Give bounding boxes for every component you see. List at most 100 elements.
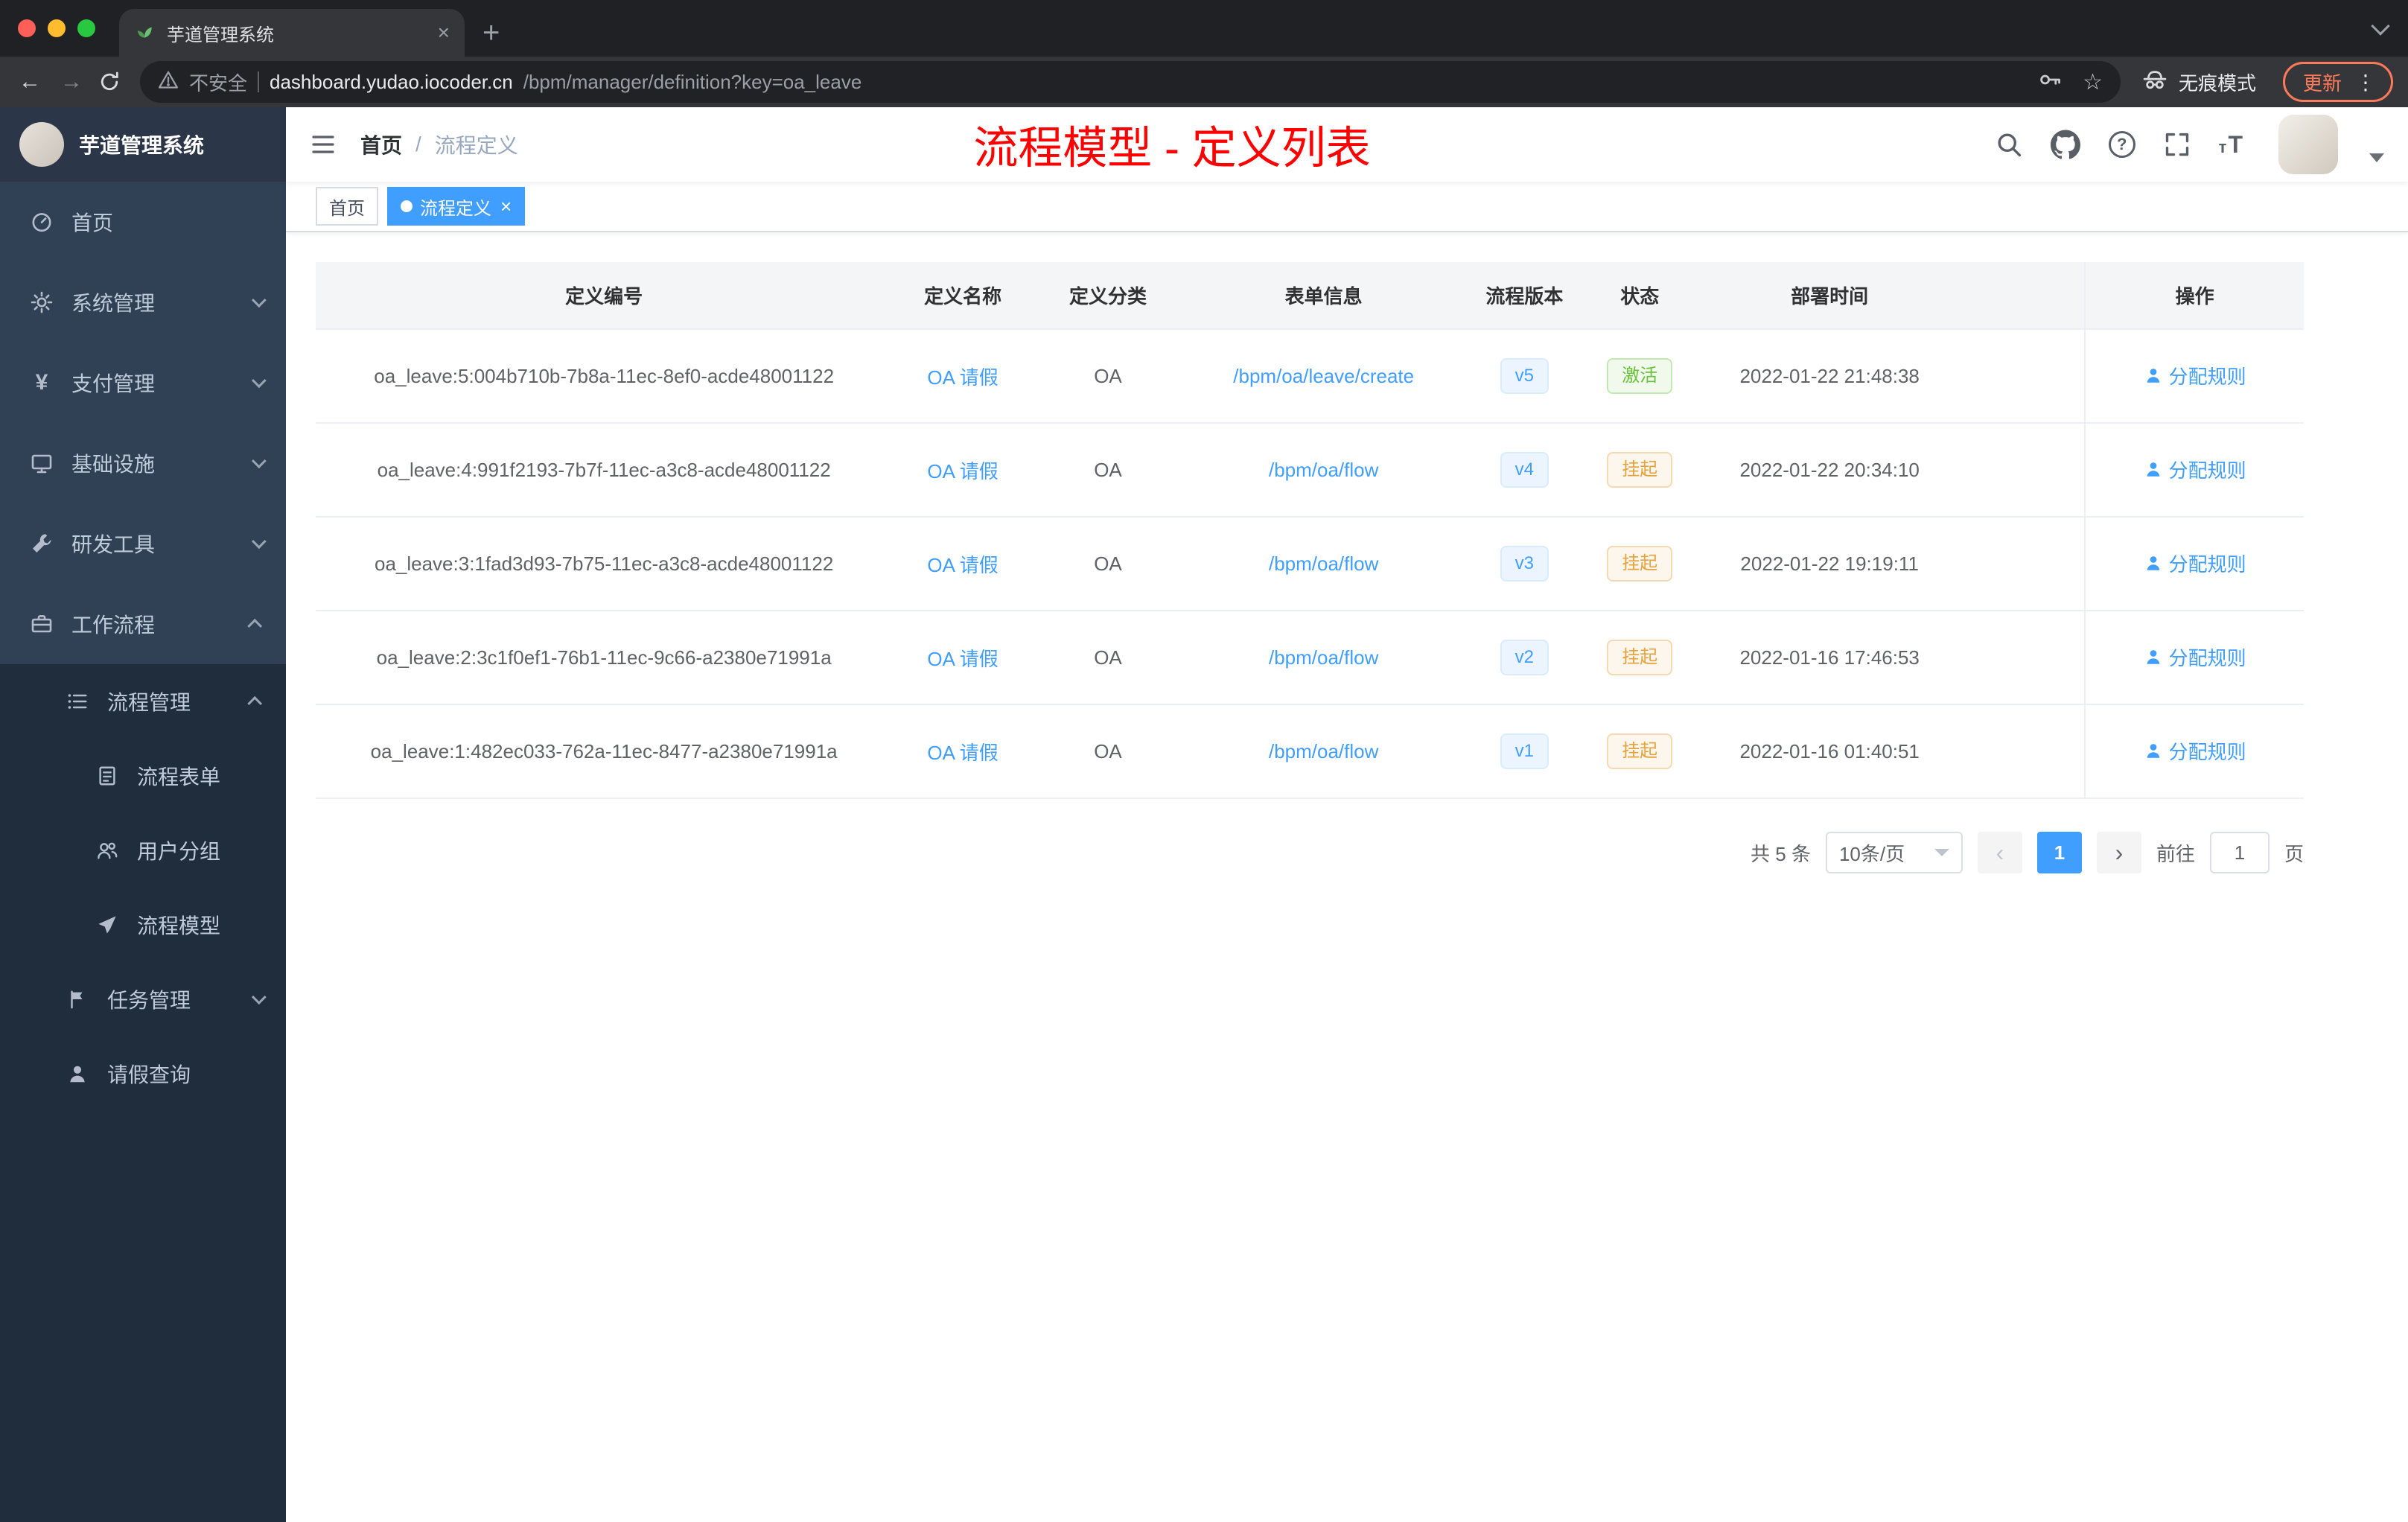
- column-header-deployed: 部署时间: [1695, 262, 1964, 330]
- cell-category: OA: [1033, 704, 1183, 799]
- yen-icon: ¥: [35, 370, 48, 395]
- page-unit-label: 页: [2284, 842, 2304, 865]
- pagination-total: 共 5 条: [1751, 842, 1811, 865]
- hamburger-icon[interactable]: [310, 131, 337, 158]
- zoom-window-button[interactable]: [77, 19, 95, 37]
- user-avatar[interactable]: [2278, 115, 2338, 174]
- assign-rule-link[interactable]: 分配规则: [2144, 456, 2246, 483]
- sidebar-item-process-management[interactable]: 流程管理: [0, 664, 286, 739]
- flag-icon: [66, 987, 89, 1011]
- sidebar-item-workflow[interactable]: 工作流程: [0, 584, 286, 664]
- cell-spacer: [1963, 611, 2086, 705]
- bookmark-star-icon[interactable]: ☆: [2083, 69, 2103, 95]
- form-link[interactable]: /bpm/oa/leave/create: [1233, 365, 1414, 387]
- sidebar-item-home[interactable]: 首页: [0, 182, 286, 262]
- sidebar-item-process-form[interactable]: 流程表单: [0, 739, 286, 813]
- new-tab-button[interactable]: +: [482, 18, 500, 48]
- top-navbar: 首页 / 流程定义 流程模型 - 定义列表 ? тT: [286, 107, 2408, 182]
- tag-close-icon[interactable]: ×: [500, 197, 512, 216]
- column-header-actions: 操作: [2084, 262, 2304, 330]
- sidebar-item-payment-management[interactable]: ¥ 支付管理: [0, 343, 286, 423]
- address-bar[interactable]: 不安全 dashboard.yudao.iocoder.cn /bpm/mana…: [140, 61, 2121, 103]
- cell-category: OA: [1033, 517, 1183, 611]
- user-icon: [2147, 462, 2160, 477]
- page-number-button[interactable]: 1: [2036, 832, 2082, 873]
- definition-name-link[interactable]: OA 请假: [927, 554, 998, 576]
- tab-close-icon[interactable]: ×: [438, 22, 450, 43]
- sidebar: 芋道管理系统 首页 系统管理 ¥ 支付管理 基础设施 研发工具 工作流程 流程管…: [0, 107, 286, 1522]
- key-icon[interactable]: [2038, 68, 2062, 97]
- cell-deploy-time: 2022-01-16 01:40:51: [1695, 704, 1964, 799]
- version-badge: v5: [1500, 358, 1549, 394]
- prev-page-button[interactable]: ‹: [1977, 832, 2022, 873]
- breadcrumb-current: 流程定义: [434, 134, 518, 157]
- page-size-select[interactable]: 10条/页: [1825, 832, 1963, 873]
- help-icon[interactable]: ?: [2108, 131, 2135, 158]
- security-label[interactable]: 不安全: [189, 69, 247, 96]
- logo-avatar: [19, 122, 64, 167]
- omnibox-divider: [258, 71, 260, 92]
- form-link[interactable]: /bpm/oa/flow: [1269, 459, 1378, 481]
- tag-home[interactable]: 首页: [316, 187, 378, 226]
- sidebar-item-dev-tools[interactable]: 研发工具: [0, 503, 286, 584]
- status-badge: 挂起: [1607, 546, 1673, 582]
- assign-rule-link[interactable]: 分配规则: [2144, 550, 2246, 577]
- form-link[interactable]: /bpm/oa/flow: [1269, 646, 1378, 669]
- sidebar-item-task-management[interactable]: 任务管理: [0, 962, 286, 1037]
- briefcase-icon: [30, 612, 54, 636]
- definition-name-link[interactable]: OA 请假: [927, 742, 998, 764]
- column-header-spacer: [1963, 262, 2086, 330]
- status-badge: 激活: [1607, 358, 1673, 394]
- cell-category: OA: [1033, 611, 1183, 705]
- font-size-icon[interactable]: тT: [2219, 131, 2244, 159]
- breadcrumb-home[interactable]: 首页: [360, 130, 402, 159]
- sidebar-item-label: 流程表单: [137, 765, 221, 789]
- next-page-button[interactable]: ›: [2096, 832, 2141, 873]
- tab-search-chevron-icon[interactable]: [2371, 16, 2390, 36]
- assign-rule-link[interactable]: 分配规则: [2144, 643, 2246, 671]
- sidebar-item-label: 任务管理: [107, 989, 191, 1012]
- definition-name-link[interactable]: OA 请假: [927, 460, 998, 483]
- minimize-window-button[interactable]: [48, 19, 66, 37]
- table-row: oa_leave:5:004b710b-7b8a-11ec-8ef0-acde4…: [316, 329, 2304, 424]
- chevron-down-icon: [1934, 849, 1949, 856]
- sidebar-item-system-management[interactable]: 系统管理: [0, 262, 286, 343]
- column-header-id: 定义编号: [316, 262, 893, 330]
- url-path: /bpm/manager/definition?key=oa_leave: [523, 70, 862, 93]
- table-row: oa_leave:3:1fad3d93-7b75-11ec-a3c8-acde4…: [316, 517, 2304, 611]
- definition-name-link[interactable]: OA 请假: [927, 648, 998, 670]
- forward-button[interactable]: →: [57, 69, 86, 95]
- update-browser-button[interactable]: 更新 ⋮: [2282, 62, 2393, 102]
- back-button[interactable]: ←: [15, 69, 45, 95]
- version-badge: v3: [1500, 546, 1549, 582]
- active-tag-dot: [401, 200, 413, 212]
- chevron-up-icon: [247, 618, 263, 634]
- reload-button[interactable]: [98, 71, 128, 93]
- browser-tab[interactable]: 芋道管理系统 ×: [119, 9, 465, 57]
- definition-table: 定义编号 定义名称 定义分类 表单信息 流程版本 状态 部署时间 操作 oa_l…: [316, 262, 2304, 799]
- fullscreen-icon[interactable]: [2164, 131, 2191, 158]
- goto-page-input[interactable]: [2209, 832, 2270, 873]
- assign-rule-link[interactable]: 分配规则: [2144, 737, 2246, 765]
- caret-down-icon[interactable]: [2369, 153, 2384, 162]
- assign-rule-link[interactable]: 分配规则: [2144, 362, 2246, 389]
- close-window-button[interactable]: [18, 19, 36, 37]
- definition-name-link[interactable]: OA 请假: [927, 366, 998, 389]
- sidebar-item-user-group[interactable]: 用户分组: [0, 813, 286, 888]
- sidebar-item-infrastructure[interactable]: 基础设施: [0, 423, 286, 503]
- tag-label: 首页: [329, 198, 365, 219]
- sidebar-logo[interactable]: 芋道管理系统: [0, 107, 286, 182]
- paper-plane-icon: [95, 913, 119, 937]
- status-badge: 挂起: [1607, 640, 1673, 675]
- sidebar-item-label: 请假查询: [107, 1063, 191, 1086]
- tag-process-definition[interactable]: 流程定义 ×: [387, 187, 526, 226]
- form-link[interactable]: /bpm/oa/flow: [1269, 740, 1378, 762]
- sidebar-item-leave-query[interactable]: 请假查询: [0, 1037, 286, 1111]
- column-header-name: 定义名称: [892, 262, 1033, 330]
- page-size-value: 10条/页: [1838, 842, 1905, 865]
- browser-menu-dots-icon[interactable]: ⋮: [2355, 70, 2376, 95]
- github-icon[interactable]: [2050, 130, 2080, 159]
- search-icon[interactable]: [1995, 131, 2022, 158]
- form-link[interactable]: /bpm/oa/flow: [1269, 553, 1378, 575]
- sidebar-item-process-model[interactable]: 流程模型: [0, 888, 286, 962]
